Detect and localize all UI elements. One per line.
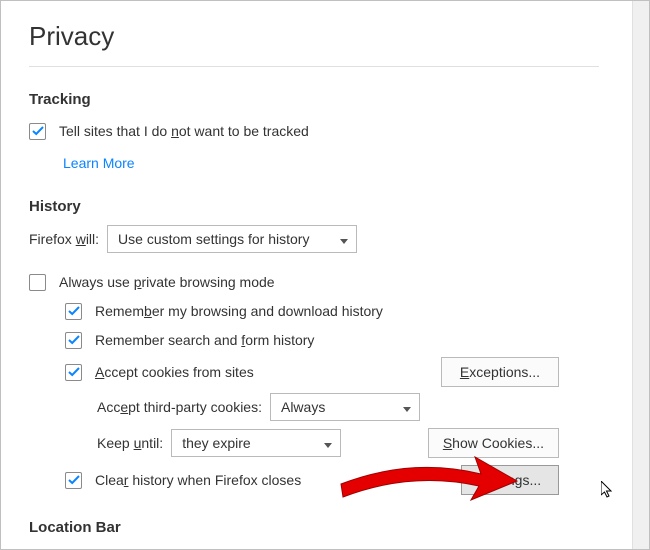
tracking-heading: Tracking bbox=[29, 91, 599, 108]
chevron-down-icon bbox=[403, 399, 411, 415]
page-title: Privacy bbox=[29, 21, 599, 52]
settings-button-label: Settings... bbox=[479, 472, 541, 488]
do-not-track-label-post: ot want to be tracked bbox=[179, 123, 309, 139]
exceptions-button-label: Exceptions... bbox=[460, 364, 540, 380]
private-browsing-checkbox[interactable] bbox=[29, 274, 46, 291]
do-not-track-checkbox[interactable] bbox=[29, 123, 46, 140]
accept-cookies-label: Accept cookies from sites bbox=[95, 364, 254, 380]
chevron-down-icon bbox=[324, 435, 332, 451]
clear-on-close-checkbox[interactable] bbox=[65, 472, 82, 489]
clear-on-close-label: Clear history when Firefox closes bbox=[95, 472, 301, 488]
do-not-track-label-u: n bbox=[171, 123, 179, 139]
keep-until-label: Keep until: bbox=[97, 435, 163, 451]
vertical-scrollbar[interactable] bbox=[632, 1, 649, 549]
private-browsing-label: Always use private browsing mode bbox=[59, 274, 275, 290]
history-mode-select[interactable]: Use custom settings for history bbox=[107, 225, 357, 253]
settings-button[interactable]: Settings... bbox=[461, 465, 559, 495]
third-party-label: Accept third-party cookies: bbox=[97, 399, 262, 415]
remember-forms-label: Remember search and form history bbox=[95, 332, 314, 348]
remember-browsing-label: Remember my browsing and download histor… bbox=[95, 303, 383, 319]
remember-forms-checkbox[interactable] bbox=[65, 332, 82, 349]
keep-until-value: they expire bbox=[182, 435, 250, 451]
learn-more-link[interactable]: Learn More bbox=[63, 155, 135, 171]
title-divider bbox=[29, 66, 599, 67]
third-party-select[interactable]: Always bbox=[270, 393, 420, 421]
firefox-will-label: Firefox will: bbox=[29, 231, 99, 247]
location-bar-heading: Location Bar bbox=[29, 519, 599, 536]
remember-browsing-checkbox[interactable] bbox=[65, 303, 82, 320]
keep-until-select[interactable]: they expire bbox=[171, 429, 341, 457]
show-cookies-button[interactable]: Show Cookies... bbox=[428, 428, 559, 458]
accept-cookies-checkbox[interactable] bbox=[65, 364, 82, 381]
show-cookies-button-label: Show Cookies... bbox=[443, 435, 544, 451]
third-party-value: Always bbox=[281, 399, 325, 415]
history-mode-value: Use custom settings for history bbox=[118, 231, 309, 247]
do-not-track-label-pre: Tell sites that I do bbox=[59, 123, 171, 139]
check-icon bbox=[68, 366, 80, 378]
check-icon bbox=[68, 334, 80, 346]
history-heading: History bbox=[29, 198, 599, 215]
chevron-down-icon bbox=[340, 231, 348, 247]
exceptions-button[interactable]: Exceptions... bbox=[441, 357, 559, 387]
check-icon bbox=[32, 125, 44, 137]
check-icon bbox=[68, 305, 80, 317]
check-icon bbox=[68, 474, 80, 486]
